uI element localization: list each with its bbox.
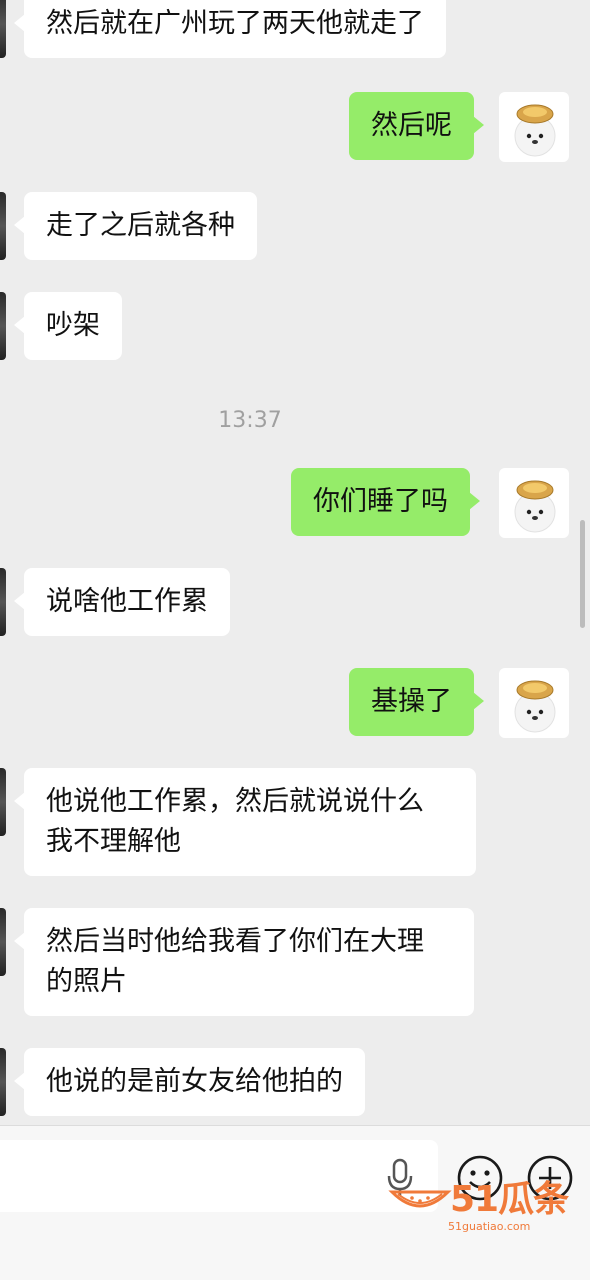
message-bubble-received[interactable]: 吵架 [14, 292, 122, 360]
contact-avatar[interactable] [0, 292, 6, 360]
message-bubble-sent[interactable]: 然后呢 [349, 92, 484, 160]
message-bubble-received[interactable]: 他说的是前女友给他拍的 [14, 1048, 365, 1116]
chat-area[interactable]: 然后就在广州玩了两天他就走了 然后呢 走了之后就各种 吵架 13:37 你们睡了… [0, 0, 590, 1125]
dog-tart-avatar-icon [514, 104, 556, 157]
message-bubble-received[interactable]: 说啥他工作累 [14, 568, 230, 636]
message-line: 的照片 [46, 966, 127, 997]
dog-tart-avatar-icon [514, 480, 556, 533]
message-bubble-received[interactable]: 走了之后就各种 [14, 192, 257, 260]
contact-avatar[interactable] [0, 908, 6, 976]
scrollbar[interactable] [580, 520, 585, 628]
message-bubble-received[interactable]: 然后当时他给我看了你们在大理 的照片 [14, 908, 474, 1016]
message-bubble-sent[interactable]: 你们睡了吗 [291, 468, 480, 536]
message-bubble-sent[interactable]: 基操了 [349, 668, 484, 736]
contact-avatar[interactable] [0, 192, 6, 260]
contact-avatar[interactable] [0, 1048, 6, 1116]
message-line: 然后当时他给我看了你们在大理 [46, 926, 424, 957]
message-line: 我不理解他 [46, 826, 181, 857]
message-line: 他说他工作累，然后就说说什么 [46, 786, 424, 817]
message-input[interactable] [0, 1140, 438, 1212]
message-bubble-received[interactable]: 然后就在广州玩了两天他就走了 [14, 0, 446, 58]
my-avatar[interactable] [499, 668, 569, 738]
watermelon-logo-icon [388, 1190, 452, 1208]
watermark-url: 51guatiao.com [448, 1220, 531, 1233]
site-watermark: 51瓜条 51guatiao.com [388, 1168, 583, 1238]
my-avatar[interactable] [499, 468, 569, 538]
message-bubble-received[interactable]: 他说他工作累，然后就说说什么 我不理解他 [14, 768, 476, 876]
contact-avatar[interactable] [0, 0, 6, 58]
contact-avatar[interactable] [0, 568, 6, 636]
watermark-brand: 51瓜条 [450, 1179, 569, 1220]
my-avatar[interactable] [499, 92, 569, 162]
dog-tart-avatar-icon [514, 680, 556, 733]
message-timestamp: 13:37 [218, 408, 282, 433]
contact-avatar[interactable] [0, 768, 6, 836]
